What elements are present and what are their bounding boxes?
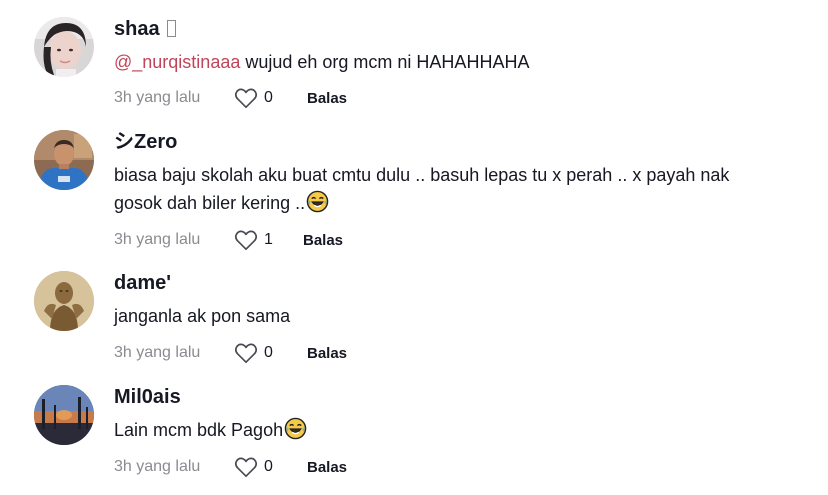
like-button[interactable]: 0 bbox=[234, 342, 307, 364]
reply-button[interactable]: Balas bbox=[307, 459, 347, 476]
laughing-tears-emoji-icon bbox=[284, 417, 307, 440]
timestamp: 3h yang lalu bbox=[114, 231, 201, 248]
comment-text-line: gosok dah biler kering .. bbox=[114, 193, 306, 213]
comment-text-content: Lain mcm bdk Pagoh bbox=[114, 420, 284, 440]
username[interactable]: Mil0ais bbox=[114, 385, 814, 409]
laughing-tears-emoji-icon bbox=[306, 190, 329, 213]
timestamp: 3h yang lalu bbox=[114, 89, 201, 106]
like-count: 1 bbox=[264, 231, 273, 248]
comment-text: biasa baju skolah aku buat cmtu dulu .. … bbox=[114, 161, 814, 217]
timestamp: 3h yang lalu bbox=[114, 458, 201, 475]
mention-link[interactable]: @_nurqistinaaa bbox=[114, 52, 240, 72]
heart-outline-icon bbox=[234, 88, 258, 109]
comment-meta: 3h yang lalu 0 Balas bbox=[114, 456, 347, 478]
username[interactable]: dame' bbox=[114, 271, 814, 295]
reply-button[interactable]: Balas bbox=[307, 345, 347, 362]
comment-meta: 3h yang lalu 0 Balas bbox=[114, 87, 347, 109]
like-count: 0 bbox=[264, 458, 273, 475]
username-text[interactable]: shaa bbox=[114, 18, 160, 40]
like-button[interactable]: 1 bbox=[234, 229, 303, 251]
comment-meta: 3h yang lalu 0 Balas bbox=[114, 342, 347, 364]
comment-text: janganla ak pon sama bbox=[114, 306, 291, 326]
comment-text: @_nurqistinaaa wujud eh org mcm ni HAHAH… bbox=[114, 48, 814, 76]
unsupported-glyph-icon bbox=[166, 20, 176, 37]
comment-text-content: wujud eh org mcm ni HAHAHHAHA bbox=[240, 52, 530, 72]
avatar[interactable] bbox=[34, 17, 94, 77]
like-count: 0 bbox=[264, 344, 273, 361]
username[interactable]: シZero bbox=[114, 130, 814, 154]
avatar[interactable] bbox=[34, 385, 94, 445]
timestamp: 3h yang lalu bbox=[114, 344, 201, 361]
comment-body: Mil0ais Lain mcm bdk Pagoh bbox=[114, 385, 814, 444]
like-button[interactable]: 0 bbox=[234, 456, 307, 478]
avatar[interactable] bbox=[34, 271, 94, 331]
heart-outline-icon bbox=[234, 230, 258, 251]
reply-button[interactable]: Balas bbox=[307, 90, 347, 107]
comment-body: シZero biasa baju skolah aku buat cmtu du… bbox=[114, 130, 814, 217]
heart-outline-icon bbox=[234, 343, 258, 364]
heart-outline-icon bbox=[234, 457, 258, 478]
avatar[interactable] bbox=[34, 130, 94, 190]
username[interactable]: shaa bbox=[114, 17, 814, 41]
comment-meta: 3h yang lalu 1 Balas bbox=[114, 229, 343, 251]
comment-body: shaa @_nurqistinaaa wujud eh org mcm ni … bbox=[114, 17, 814, 76]
like-count: 0 bbox=[264, 89, 273, 106]
comment-body: dame' janganla ak pon sama bbox=[114, 271, 814, 330]
like-button[interactable]: 0 bbox=[234, 87, 307, 109]
comment-text-line: biasa baju skolah aku buat cmtu dulu .. … bbox=[114, 165, 730, 185]
reply-button[interactable]: Balas bbox=[303, 232, 343, 249]
comment-text: Lain mcm bdk Pagoh bbox=[114, 416, 814, 444]
